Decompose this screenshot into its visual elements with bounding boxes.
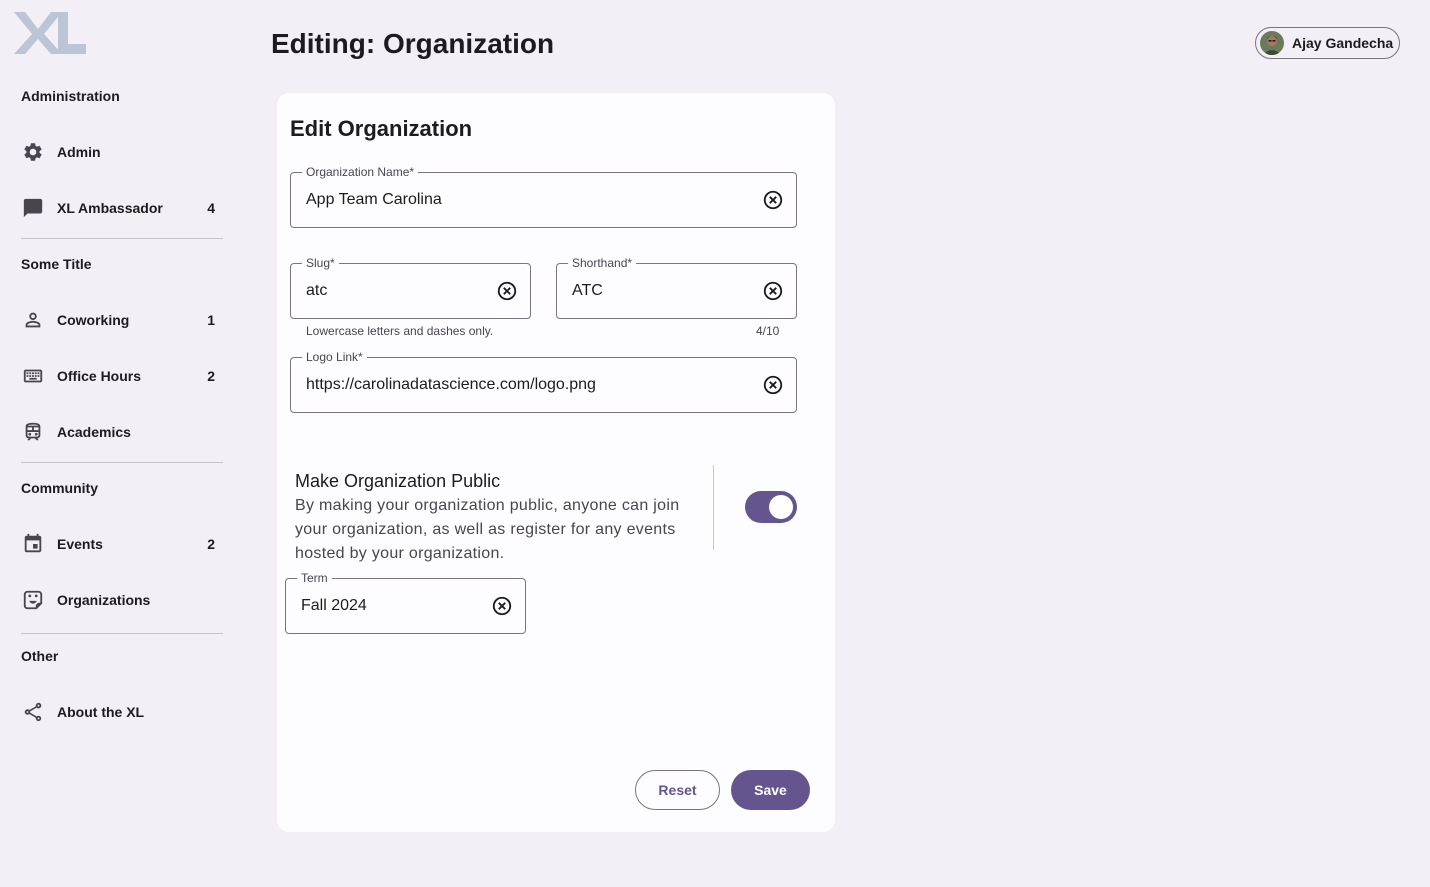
- user-profile-chip[interactable]: Ajay Gandecha: [1255, 27, 1400, 59]
- sidebar-divider: [21, 238, 223, 239]
- logo-link-input[interactable]: [306, 358, 751, 412]
- person-icon: [21, 308, 45, 332]
- section-title-administration: Administration: [21, 88, 120, 104]
- slug-input[interactable]: [306, 264, 485, 318]
- user-name: Ajay Gandecha: [1292, 35, 1394, 51]
- page-title: Editing: Organization: [271, 28, 555, 59]
- save-button[interactable]: Save: [731, 770, 810, 810]
- edit-organization-card: Edit Organization Organization Name* Slu…: [277, 93, 835, 832]
- sidebar-item-label: Academics: [57, 424, 131, 440]
- public-setting-description: By making your organization public, anyo…: [295, 497, 680, 562]
- term-field: Term: [285, 570, 526, 634]
- sidebar-divider: [21, 633, 223, 634]
- sidebar-item-count: 2: [207, 368, 215, 384]
- term-input[interactable]: [301, 579, 480, 633]
- sidebar-item-organizations[interactable]: Organizations: [12, 580, 230, 620]
- public-toggle[interactable]: [745, 491, 797, 523]
- sidebar-item-xl-ambassador[interactable]: XL Ambassador 4: [12, 188, 230, 228]
- chat-icon: [21, 196, 45, 220]
- sticker-icon: [21, 588, 45, 612]
- section-title-some-title: Some Title: [21, 256, 92, 272]
- clear-icon[interactable]: [496, 280, 518, 302]
- sidebar-item-academics[interactable]: Academics: [12, 412, 230, 452]
- sidebar-item-admin[interactable]: Admin: [12, 132, 230, 172]
- sidebar-item-coworking[interactable]: Coworking 1: [12, 300, 230, 340]
- sidebar-item-label: Office Hours: [57, 368, 142, 384]
- sidebar-item-label: Coworking: [57, 312, 130, 328]
- logo-link-field: Logo Link*: [290, 349, 797, 413]
- sidebar-item-label: Admin: [57, 144, 101, 160]
- calendar-icon: [21, 532, 45, 556]
- sidebar-item-label: Organizations: [57, 592, 151, 608]
- section-title-community: Community: [21, 480, 98, 496]
- sidebar-item-office-hours[interactable]: Office Hours 2: [12, 356, 230, 396]
- section-title-other: Other: [21, 648, 59, 664]
- gear-icon: [21, 140, 45, 164]
- sidebar-item-events[interactable]: Events 2: [12, 524, 230, 564]
- keyboard-icon: [21, 364, 45, 388]
- clear-icon[interactable]: [491, 595, 513, 617]
- toggle-knob: [769, 495, 793, 519]
- avatar: [1260, 31, 1284, 55]
- clear-icon[interactable]: [762, 374, 784, 396]
- card-title: Edit Organization: [290, 116, 473, 141]
- organization-name-input[interactable]: [306, 173, 751, 227]
- sidebar-item-count: 2: [207, 536, 215, 552]
- slug-helper-text: Lowercase letters and dashes only.: [306, 324, 494, 338]
- slug-field: Slug*: [290, 255, 531, 319]
- sidebar-item-label: About the XL: [57, 704, 145, 720]
- clear-icon[interactable]: [762, 189, 784, 211]
- shorthand-character-counter: 4/10: [756, 324, 780, 338]
- sidebar-item-about-the-xl[interactable]: About the XL: [12, 692, 230, 732]
- sidebar-divider: [21, 462, 223, 463]
- shorthand-field: Shorthand*: [556, 255, 797, 319]
- share-icon: [21, 700, 45, 724]
- sidebar-item-label: XL Ambassador: [57, 200, 163, 216]
- organization-name-field: Organization Name*: [290, 164, 797, 228]
- public-setting-title: Make Organization Public: [295, 471, 501, 491]
- sidebar-item-count: 4: [207, 200, 215, 216]
- clear-icon[interactable]: [762, 280, 784, 302]
- reset-button[interactable]: Reset: [635, 770, 720, 810]
- xl-logo: [14, 12, 86, 54]
- sidebar: Administration Admin XL Ambassador 4 Som…: [0, 0, 240, 887]
- shorthand-input[interactable]: [572, 264, 751, 318]
- sidebar-item-label: Events: [57, 536, 103, 552]
- sidebar-item-count: 1: [207, 312, 215, 328]
- vertical-divider: [713, 465, 714, 550]
- bus-icon: [21, 420, 45, 444]
